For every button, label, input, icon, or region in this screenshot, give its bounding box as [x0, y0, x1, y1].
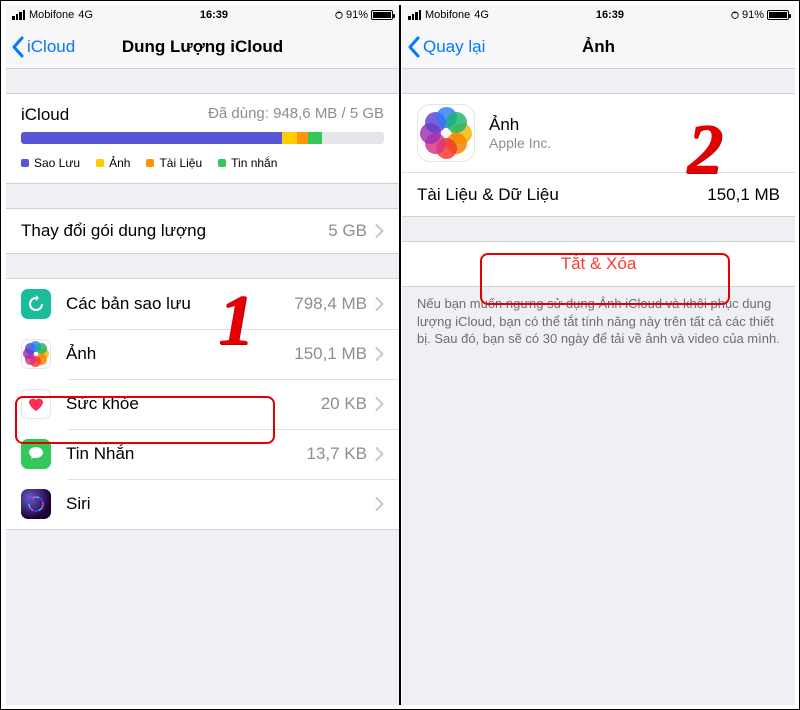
documents-data-row: Tài Liệu & Dữ Liệu 150,1 MB [402, 172, 795, 216]
row-value: 13,7 KB [307, 444, 368, 464]
storage-bar [21, 132, 384, 144]
chevron-right-icon [375, 497, 384, 511]
battery-pct-label: 91% [742, 9, 764, 21]
row-label: Các bản sao lưu [66, 294, 294, 314]
legend-item: Tin nhắn [218, 156, 277, 170]
siri-icon [21, 489, 51, 519]
app-name: Ảnh [489, 115, 551, 135]
legend-item: Ảnh [96, 156, 130, 170]
legend-item: Sao Lưu [21, 156, 80, 170]
row-value: 798,4 MB [294, 294, 367, 314]
photos-app-icon [417, 104, 475, 162]
network-label: 4G [78, 9, 93, 21]
row-label: Sức khỏe [66, 394, 321, 414]
storage-item-row[interactable]: Ảnh150,1 MB [6, 329, 399, 379]
storage-legend: Sao Lưu Ảnh Tài Liệu Tin nhắn [6, 156, 399, 183]
battery-pct-label: 91% [346, 9, 368, 21]
change-storage-plan-row[interactable]: Thay đổi gói dung lượng 5 GB [6, 209, 399, 253]
chevron-left-icon [407, 36, 420, 58]
chevron-left-icon [11, 36, 24, 58]
clock-label: 16:39 [596, 9, 624, 21]
row-value: 5 GB [328, 221, 367, 241]
destructive-label: Tắt & Xóa [417, 254, 780, 274]
carrier-label: Mobifone [425, 9, 470, 21]
storage-summary: iCloud Đã dùng: 948,6 MB / 5 GB Sao Lưu Ả… [6, 93, 399, 184]
storage-item-row[interactable]: Tin Nhắn13,7 KB [6, 429, 399, 479]
back-button[interactable]: Quay lại [402, 36, 485, 58]
chevron-right-icon [375, 447, 384, 461]
storage-item-row[interactable]: Sức khỏe20 KB [6, 379, 399, 429]
annotation-2: 2 [687, 108, 723, 191]
row-label: Tài Liệu & Dữ Liệu [417, 185, 707, 205]
row-value: 150,1 MB [294, 344, 367, 364]
signal-icon [12, 10, 25, 20]
clock-label: 16:39 [200, 9, 228, 21]
row-value: 20 KB [321, 394, 367, 414]
rotation-lock-icon [335, 10, 343, 20]
back-label: Quay lại [423, 37, 485, 57]
chevron-right-icon [375, 347, 384, 361]
battery-icon [371, 10, 393, 20]
app-info-section: Ảnh Apple Inc. Tài Liệu & Dữ Liệu 150,1 … [402, 93, 795, 217]
signal-icon [408, 10, 421, 20]
nav-bar: Quay lại Ảnh [402, 25, 795, 69]
storage-item-row[interactable]: Siri [6, 479, 399, 529]
storage-title: iCloud [21, 105, 69, 125]
status-bar: Mobifone 4G 16:39 91% [402, 5, 795, 25]
row-label: Ảnh [66, 344, 294, 364]
backup-icon [21, 289, 51, 319]
battery-icon [767, 10, 789, 20]
chevron-right-icon [375, 297, 384, 311]
disable-delete-button[interactable]: Tắt & Xóa [402, 242, 795, 286]
network-label: 4G [474, 9, 489, 21]
app-vendor: Apple Inc. [489, 135, 551, 151]
row-label: Thay đổi gói dung lượng [21, 221, 328, 241]
back-label: iCloud [27, 37, 75, 57]
storage-usage: Đã dùng: 948,6 MB / 5 GB [208, 105, 384, 125]
health-icon [21, 389, 51, 419]
legend-item: Tài Liệu [146, 156, 202, 170]
carrier-label: Mobifone [29, 9, 74, 21]
chevron-right-icon [375, 397, 384, 411]
row-label: Tin Nhắn [66, 444, 307, 464]
rotation-lock-icon [731, 10, 739, 20]
screen-2-photos-storage: Mobifone 4G 16:39 91% Quay lại Ảnh Ảnh A… [402, 5, 795, 705]
photos-icon [21, 339, 51, 369]
status-bar: Mobifone 4G 16:39 91% [6, 5, 399, 25]
messages-icon [21, 439, 51, 469]
back-button[interactable]: iCloud [6, 36, 75, 58]
footer-text: Nếu bạn muốn ngưng sử dụng Ảnh iCloud và… [402, 287, 795, 356]
screen-1-icloud-storage: Mobifone 4G 16:39 91% iCloud Dung Lượng … [6, 5, 399, 705]
chevron-right-icon [375, 224, 384, 238]
row-label: Siri [66, 494, 367, 514]
annotation-1: 1 [218, 279, 254, 362]
storage-item-row[interactable]: Các bản sao lưu798,4 MB [6, 279, 399, 329]
nav-bar: iCloud Dung Lượng iCloud [6, 25, 399, 69]
